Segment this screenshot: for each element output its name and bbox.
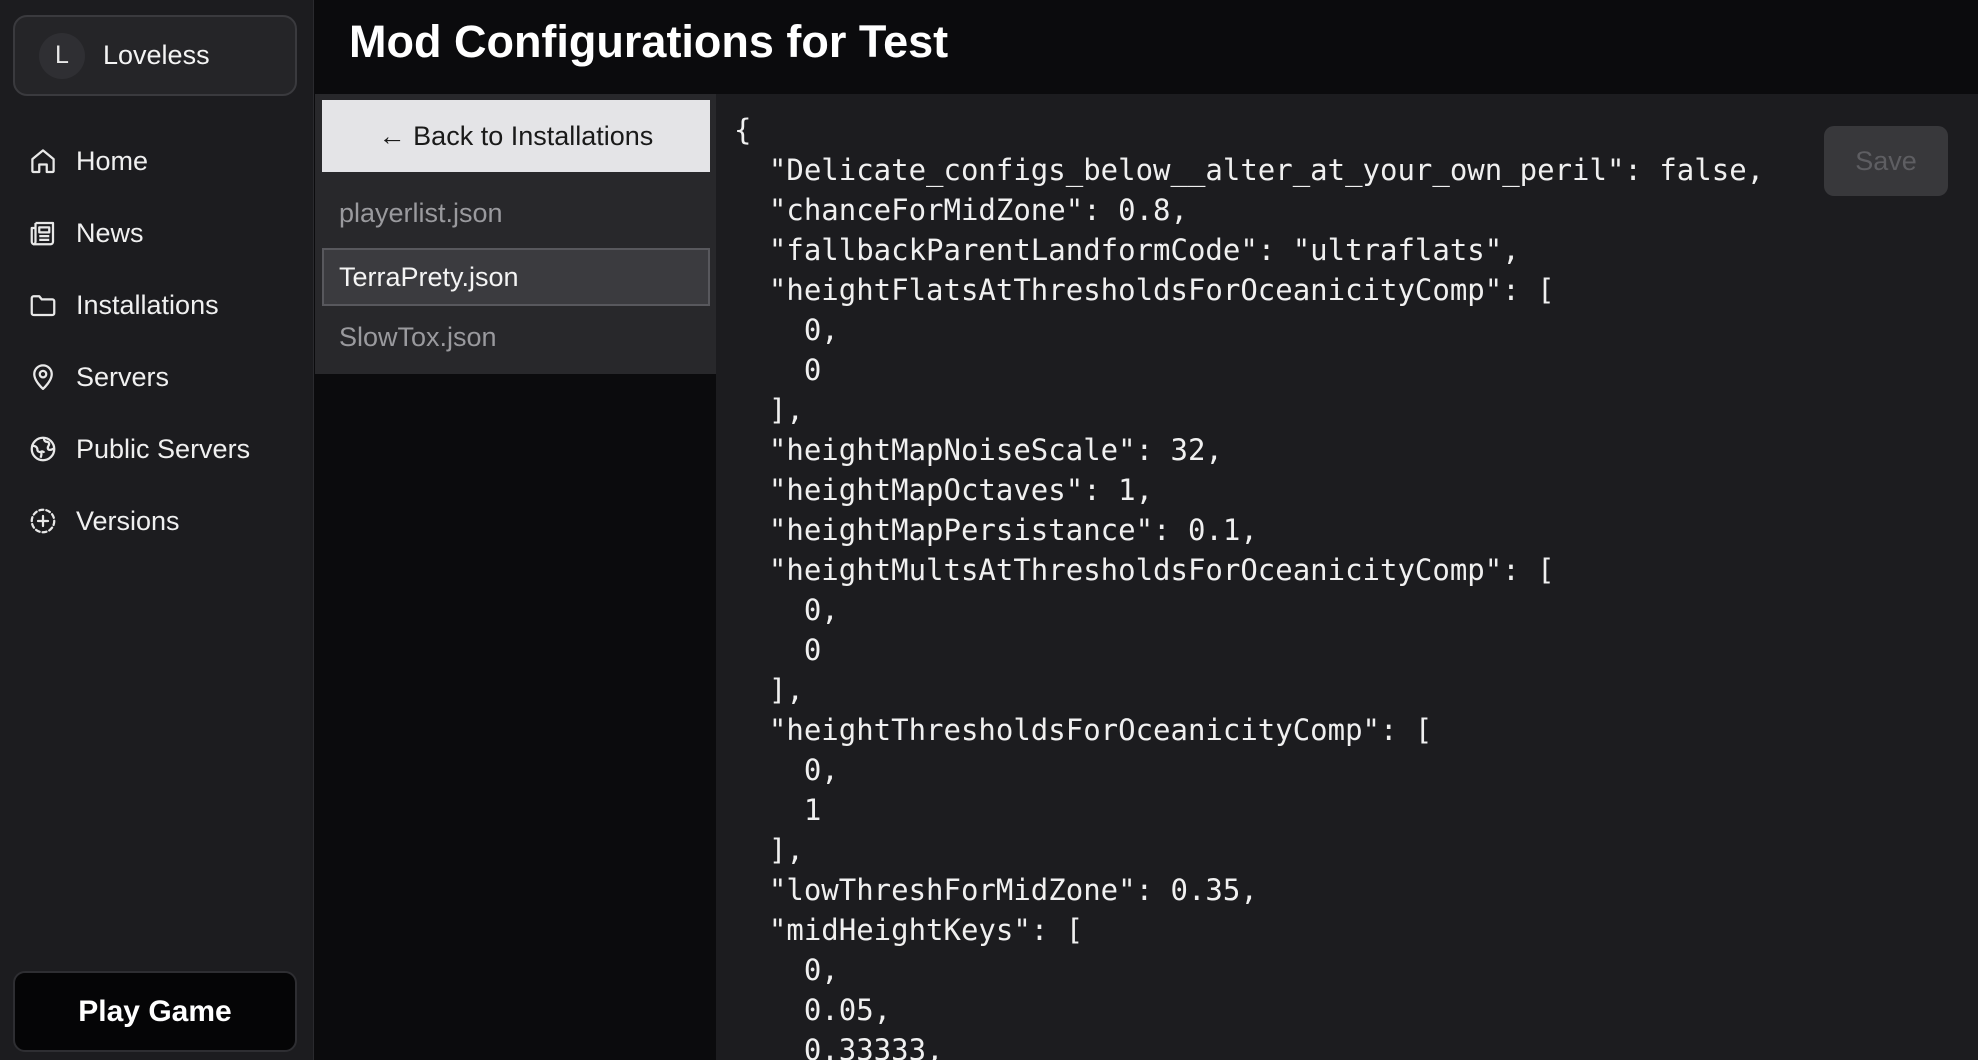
page-title: Mod Configurations for Test [349,16,949,67]
sidebar-item-installations[interactable]: Installations [0,269,314,341]
sidebar-item-label: Public Servers [76,433,251,464]
folder-icon [28,290,58,320]
sidebar-item-label: News [76,217,144,248]
sidebar-item-public-servers[interactable]: Public Servers [0,413,314,485]
json-editor[interactable]: { "Delicate_configs_below__alter_at_your… [716,94,1978,1060]
news-icon [28,218,58,248]
map-pin-icon [28,362,58,392]
sidebar-item-label: Versions [76,505,180,536]
config-file-list: ← Back to Installations playerlist.json … [315,94,716,374]
save-button[interactable]: Save [1824,126,1948,196]
back-to-installations-button[interactable]: ← Back to Installations [322,100,710,172]
sidebar-item-label: Home [76,145,149,176]
play-game-button[interactable]: Play Game [13,971,297,1052]
sidebar: L Loveless Home News Installations Serve… [0,0,314,1060]
username: Loveless [103,40,210,70]
page-header: Mod Configurations for Test [315,0,1978,94]
user-account-button[interactable]: L Loveless [13,15,297,96]
file-item-playerlist[interactable]: playerlist.json [322,184,710,242]
sidebar-item-label: Installations [76,289,219,320]
editor-content[interactable]: { "Delicate_configs_below__alter_at_your… [734,110,1764,1060]
sidebar-item-home[interactable]: Home [0,125,314,197]
home-icon [28,146,58,176]
plus-circle-icon [28,506,58,536]
file-item-terraprety[interactable]: TerraPrety.json [322,248,710,306]
file-item-slowtox[interactable]: SlowTox.json [322,308,710,366]
globe-icon [28,434,58,464]
sidebar-item-versions[interactable]: Versions [0,485,314,557]
sidebar-item-label: Servers [76,361,170,392]
sidebar-nav: Home News Installations Servers Public S… [0,125,314,557]
avatar: L [39,32,85,79]
sidebar-item-news[interactable]: News [0,197,314,269]
sidebar-item-servers[interactable]: Servers [0,341,314,413]
